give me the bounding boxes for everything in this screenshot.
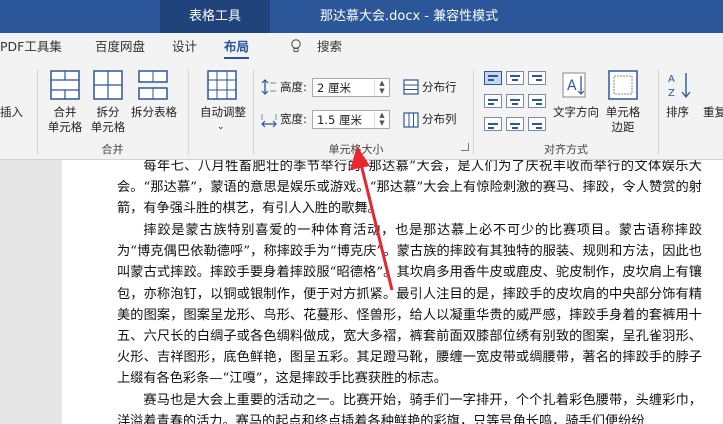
group-separator xyxy=(37,69,38,155)
width-label: 宽度: xyxy=(280,112,307,126)
align-middle-center-button[interactable] xyxy=(506,94,524,108)
row-height-icon xyxy=(261,79,276,95)
distribute-rows-button[interactable]: 分布行 xyxy=(422,77,457,97)
width-spinner-icon[interactable]: ▲ ▼ xyxy=(374,111,389,128)
align-middle-right-button[interactable] xyxy=(528,94,546,108)
split-cells-icon xyxy=(93,70,123,100)
split-cells-label-2: 单元格 xyxy=(90,120,126,134)
chevron-down-icon[interactable]: ⌄ xyxy=(217,120,225,135)
split-table-icon xyxy=(138,70,168,100)
height-value: 2 厘米 xyxy=(317,81,351,95)
distribute-rows-icon xyxy=(403,79,419,95)
width-value: 1.5 厘米 xyxy=(317,113,362,127)
tab-layout[interactable]: 布局 xyxy=(224,33,250,61)
table-tools-context-tab[interactable]: 表格工具 xyxy=(160,0,270,33)
dialog-launcher-icon[interactable] xyxy=(461,143,469,151)
align-top-right-button[interactable] xyxy=(528,71,546,85)
merge-cells-label-1: 合并 xyxy=(53,105,77,119)
lightbulb-icon xyxy=(291,39,301,52)
cell-margins-label-2: 边距 xyxy=(611,120,635,134)
height-spinner-icon[interactable]: ▲ ▼ xyxy=(374,79,389,96)
align-top-left-button[interactable] xyxy=(484,71,502,85)
group-separator xyxy=(188,69,189,155)
width-input[interactable]: 1.5 厘米 ▲ ▼ xyxy=(312,110,390,129)
merge-cells-label-2: 单元格 xyxy=(47,120,83,134)
distribute-columns-icon xyxy=(403,112,419,128)
height-label: 高度: xyxy=(280,80,307,94)
tab-pdf-tools[interactable]: PDF工具集 xyxy=(0,33,62,61)
paragraph-horse-racing[interactable]: 赛马也是大会上重要的活动之一。比赛开始，骑手们一字排开，个个扎着彩色腰带，头缠彩… xyxy=(117,390,702,424)
align-bottom-center-button[interactable] xyxy=(506,117,524,131)
align-bottom-left-button[interactable] xyxy=(484,117,502,131)
title-bar: 表格工具 那达慕大会.docx - 兼容性模式 xyxy=(0,0,723,33)
insert-partial-button[interactable]: 插入 xyxy=(0,105,23,120)
cell-margins-button[interactable]: 单元格 边距 xyxy=(600,105,646,135)
autofit-button[interactable]: 自动调整 xyxy=(196,105,250,120)
column-width-icon xyxy=(261,114,277,128)
paragraph-festival[interactable]: 每年七、八月牲畜肥壮的季节举行的“那达慕”大会，是人们为了庆祝丰收而举行的文体娱… xyxy=(117,160,702,220)
merge-cells-icon xyxy=(50,70,80,100)
tab-design[interactable]: 设计 xyxy=(172,33,197,61)
split-table-button[interactable]: 拆分表格 xyxy=(128,105,180,120)
svg-text:Z: Z xyxy=(668,88,675,99)
sort-button[interactable]: 排序 xyxy=(666,105,689,120)
merge-cells-button[interactable]: 合并 单元格 xyxy=(44,105,86,135)
autofit-icon xyxy=(207,70,237,100)
cell-margins-icon xyxy=(608,70,638,100)
merge-group-label: 合并 xyxy=(101,143,124,156)
document-area[interactable]: 每年七、八月牲畜肥壮的季节举行的“那达慕”大会，是人们为了庆祝丰收而举行的文体娱… xyxy=(0,160,723,424)
svg-text:A: A xyxy=(668,74,675,85)
align-top-center-button[interactable] xyxy=(506,71,524,85)
distribute-columns-button[interactable]: 分布列 xyxy=(422,109,457,129)
group-separator xyxy=(473,69,474,155)
repeat-header-partial-button[interactable]: 重复 xyxy=(703,105,723,120)
ribbon-tab-row: PDF工具集 百度网盘 设计 布局 搜索 xyxy=(0,33,723,61)
split-cells-button[interactable]: 拆分 单元格 xyxy=(87,105,129,135)
ribbon: 插入 合并 单元格 拆分 单元格 拆分表格 合并 自动调整 ⌄ 高度: 2 厘米… xyxy=(0,61,723,160)
text-direction-button[interactable]: 文字方向 xyxy=(549,105,603,120)
sort-icon: A Z xyxy=(668,73,691,99)
split-cells-label-1: 拆分 xyxy=(96,105,120,119)
align-bottom-right-button[interactable] xyxy=(528,117,546,131)
text-direction-icon: A xyxy=(562,72,586,98)
tab-baidu-netdisk[interactable]: 百度网盘 xyxy=(95,33,145,61)
tab-search[interactable]: 搜索 xyxy=(317,33,342,61)
alignment-group-label: 对齐方式 xyxy=(544,143,588,156)
document-page[interactable]: 每年七、八月牲畜肥壮的季节举行的“那达慕”大会，是人们为了庆祝丰收而举行的文体娱… xyxy=(62,160,723,424)
group-separator xyxy=(253,69,254,155)
cell-margins-label-1: 单元格 xyxy=(605,105,641,119)
svg-text:A: A xyxy=(567,78,577,94)
paragraph-wrestling[interactable]: 摔跤是蒙古族特别喜爱的一种体育活动，也是那达慕上必不可少的比赛项目。蒙古语称摔跤… xyxy=(117,220,702,390)
group-separator xyxy=(658,69,659,155)
document-title: 那达慕大会.docx - 兼容性模式 xyxy=(320,9,499,24)
height-input[interactable]: 2 厘米 ▲ ▼ xyxy=(312,78,390,97)
align-middle-left-button[interactable] xyxy=(484,94,502,108)
cell-size-group-label: 单元格大小 xyxy=(328,143,384,156)
